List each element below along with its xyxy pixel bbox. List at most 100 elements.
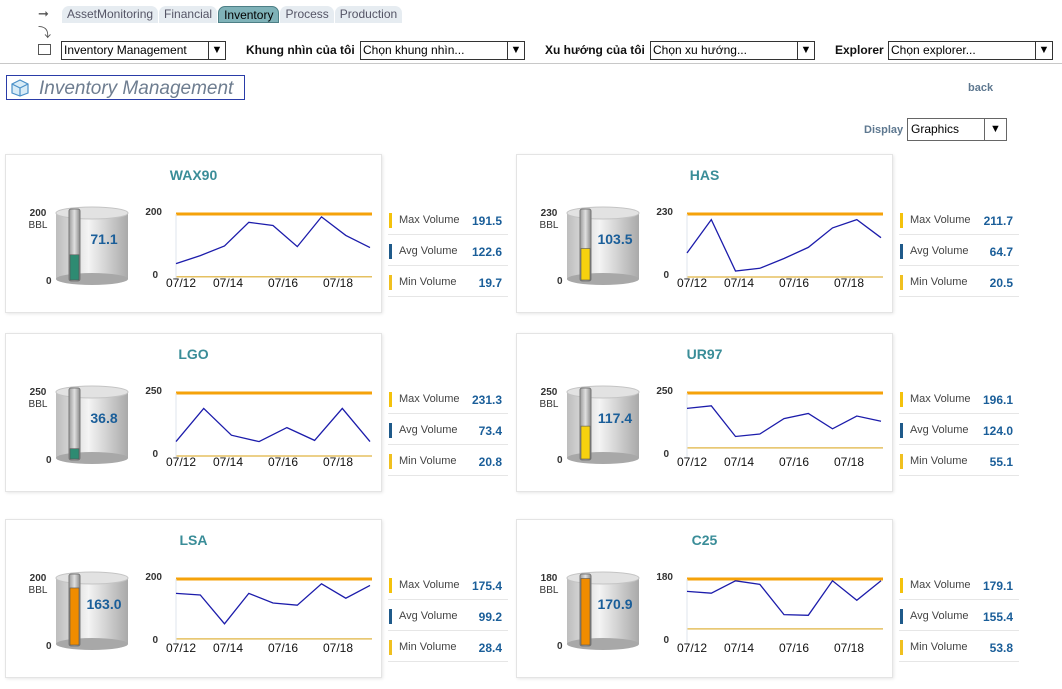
y-axis-max-label: 250 bbox=[145, 386, 162, 397]
avg-volume-marker bbox=[900, 423, 903, 438]
tank-unit-label: BBL bbox=[539, 585, 559, 596]
y-axis-min-label: 0 bbox=[152, 449, 158, 460]
min-volume-label: Min Volume bbox=[910, 455, 968, 467]
display-label: Display bbox=[864, 124, 904, 136]
chevron-down-icon: ▼ bbox=[984, 119, 1006, 140]
chevron-down-icon: ▼ bbox=[797, 42, 814, 59]
volume-stats-panel: Max Volume 231.3 Avg Volume 73.4 Min Volume 2… bbox=[388, 384, 508, 478]
tank-capacity-label: 200 bbox=[29, 573, 47, 584]
min-volume-label: Min Volume bbox=[910, 641, 968, 653]
min-volume-row: Min Volume 53.8 bbox=[899, 632, 1019, 662]
tank-title[interactable]: HAS bbox=[517, 167, 892, 183]
volume-stats-panel: Max Volume 211.7 Avg Volume 64.7 Min Volume 2… bbox=[899, 205, 1019, 299]
max-volume-label: Max Volume bbox=[910, 579, 971, 591]
y-axis-min-label: 0 bbox=[663, 449, 669, 460]
avg-volume-label: Avg Volume bbox=[399, 424, 458, 436]
app-root: ➞ ⤵ AssetMonitoring Financial Inventory … bbox=[0, 0, 1062, 689]
tank-fill-level bbox=[580, 248, 591, 281]
max-volume-marker bbox=[900, 213, 903, 228]
x-tick-label: 07/16 bbox=[779, 276, 810, 290]
app-tabs: AssetMonitoring Financial Inventory Proc… bbox=[62, 6, 403, 24]
box-icon bbox=[11, 79, 29, 97]
volume-stats-panel: Max Volume 175.4 Avg Volume 99.2 Min Volume 2… bbox=[388, 570, 508, 664]
max-volume-row: Max Volume 191.5 bbox=[388, 205, 508, 235]
trend-select-value: Chọn xu hướng... bbox=[653, 43, 747, 57]
tank-card-ur97[interactable]: UR97 250 BBL 0 117.4 250 0 07/12 07/14 07/16 07/18 bbox=[516, 333, 893, 492]
x-tick-label: 07/12 bbox=[677, 641, 708, 655]
tank-card-has[interactable]: HAS 230 BBL 0 103.5 230 0 07/12 07/14 07/16 07/18 bbox=[516, 154, 893, 313]
volume-series-line bbox=[686, 218, 882, 272]
tab-process[interactable]: Process bbox=[280, 6, 334, 23]
max-volume-label: Max Volume bbox=[399, 214, 460, 226]
tank-capacity-label: 230 bbox=[540, 208, 558, 219]
tank-card-lsa[interactable]: LSA 200 BBL 0 163.0 200 0 07/12 07/14 07/16 07/18 bbox=[5, 519, 382, 678]
tab-inventory[interactable]: Inventory bbox=[218, 6, 280, 23]
tank-capacity-label: 200 bbox=[29, 208, 47, 219]
view-select[interactable]: Chọn khung nhìn... ▼ bbox=[360, 41, 525, 60]
tank-current-value: 170.9 bbox=[597, 596, 633, 612]
tank-title[interactable]: C25 bbox=[517, 532, 892, 548]
display-select-value: Graphics bbox=[911, 122, 960, 136]
max-volume-marker bbox=[389, 578, 392, 593]
max-volume-value: 196.1 bbox=[982, 393, 1013, 407]
tank-bottom bbox=[567, 638, 639, 650]
tank-card-wax90[interactable]: WAX90 200 BBL 0 71.1 200 0 07/12 07/14 07/16 07/18 bbox=[5, 154, 382, 313]
max-volume-label: Max Volume bbox=[399, 579, 460, 591]
tank-card-lgo[interactable]: LGO 250 BBL 0 36.8 250 0 07/12 07/14 07/16 07/18 bbox=[5, 333, 382, 492]
tank-capacity-label: 250 bbox=[540, 387, 558, 398]
x-tick-label: 07/14 bbox=[724, 641, 755, 655]
max-volume-label: Max Volume bbox=[910, 393, 971, 405]
x-tick-label: 07/12 bbox=[677, 276, 708, 290]
min-volume-marker bbox=[900, 275, 903, 290]
explorer-label: Explorer bbox=[835, 43, 884, 57]
tank-zero-label: 0 bbox=[46, 641, 52, 652]
avg-volume-value: 155.4 bbox=[982, 610, 1013, 624]
tank-bottom bbox=[567, 452, 639, 464]
tab-financial[interactable]: Financial bbox=[159, 6, 218, 23]
chevron-down-icon: ▼ bbox=[1035, 42, 1052, 59]
x-tick-label: 07/14 bbox=[213, 276, 244, 290]
x-tick-label: 07/18 bbox=[834, 641, 865, 655]
x-tick-label: 07/12 bbox=[166, 641, 197, 655]
trend-select[interactable]: Chọn xu hướng... ▼ bbox=[650, 41, 815, 60]
tank-title[interactable]: LGO bbox=[6, 346, 381, 362]
tank-top bbox=[55, 206, 129, 220]
tank-current-value: 103.5 bbox=[597, 231, 633, 247]
avg-volume-value: 73.4 bbox=[478, 424, 502, 438]
min-volume-value: 28.4 bbox=[478, 641, 502, 655]
tank-title[interactable]: UR97 bbox=[517, 346, 892, 362]
avg-volume-marker bbox=[389, 423, 392, 438]
avg-volume-row: Avg Volume 64.7 bbox=[899, 236, 1019, 266]
min-volume-marker bbox=[389, 275, 392, 290]
return-arrow-icon[interactable]: ⤵ bbox=[38, 22, 51, 41]
avg-volume-row: Avg Volume 99.2 bbox=[388, 601, 508, 631]
view-select-value: Chọn khung nhìn... bbox=[363, 43, 465, 57]
tank-card-c25[interactable]: C25 180 BBL 0 170.9 180 0 07/12 07/14 07/16 07/18 bbox=[516, 519, 893, 678]
tank-zero-label: 0 bbox=[46, 455, 52, 466]
top-navigation-bar: ➞ ⤵ AssetMonitoring Financial Inventory … bbox=[0, 0, 1062, 64]
y-axis-max-label: 180 bbox=[656, 572, 673, 583]
max-volume-value: 211.7 bbox=[983, 214, 1013, 228]
module-checkbox[interactable] bbox=[38, 44, 51, 55]
explorer-select[interactable]: Chọn explorer... ▼ bbox=[888, 41, 1053, 60]
min-volume-value: 55.1 bbox=[989, 455, 1013, 469]
tab-production[interactable]: Production bbox=[334, 6, 403, 23]
module-select[interactable]: Inventory Management ▼ bbox=[61, 41, 226, 60]
back-link[interactable]: back bbox=[968, 82, 993, 94]
page-title: Inventory Management bbox=[39, 78, 234, 99]
min-volume-value: 19.7 bbox=[478, 276, 502, 290]
tank-unit-label: BBL bbox=[539, 399, 559, 410]
display-select[interactable]: Graphics ▼ bbox=[907, 118, 1007, 141]
trend-chart bbox=[686, 212, 883, 280]
tank-title[interactable]: LSA bbox=[6, 532, 381, 548]
tank-bottom bbox=[567, 273, 639, 285]
tab-assetmonitoring[interactable]: AssetMonitoring bbox=[62, 6, 159, 23]
min-volume-row: Min Volume 19.7 bbox=[388, 267, 508, 297]
forward-arrow-icon[interactable]: ➞ bbox=[38, 6, 49, 22]
avg-volume-value: 64.7 bbox=[989, 245, 1013, 259]
tank-title[interactable]: WAX90 bbox=[6, 167, 381, 183]
volume-stats-panel: Max Volume 179.1 Avg Volume 155.4 Min Volume… bbox=[899, 570, 1019, 664]
tank-bottom bbox=[56, 273, 128, 285]
trend-chart bbox=[175, 212, 372, 280]
min-volume-label: Min Volume bbox=[910, 276, 968, 288]
